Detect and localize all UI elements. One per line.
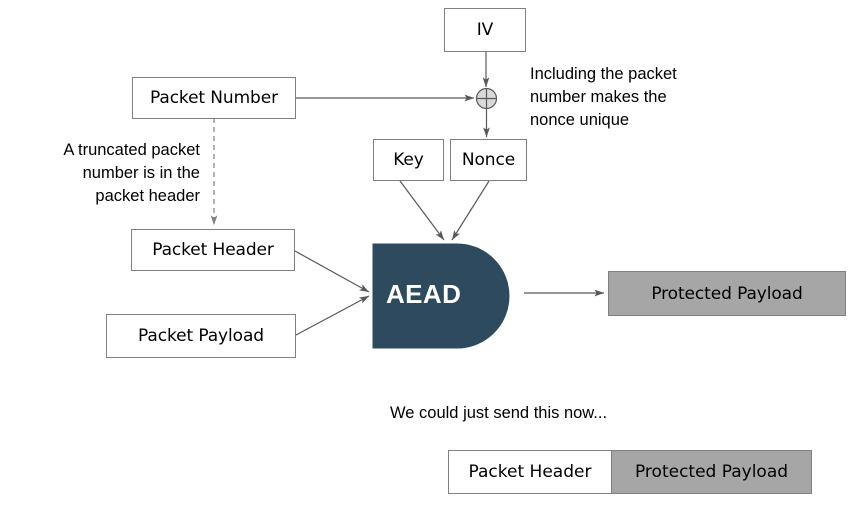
result-strip-packet-header-label: Packet Header — [468, 462, 592, 482]
connector-payload-to-aead — [295, 295, 370, 336]
node-key[interactable]: Key — [373, 139, 444, 181]
annotation-truncated-packet-number: A truncated packet number is in the pack… — [63, 141, 200, 205]
node-packet-number-label: Packet Number — [149, 88, 278, 108]
result-strip-protected-payload[interactable]: Protected Payload — [611, 450, 812, 494]
caption-send-this-now: We could just send this now... — [390, 404, 608, 422]
node-key-label: Key — [393, 150, 424, 170]
node-aead-label: AEAD — [386, 279, 462, 309]
node-nonce-label: Nonce — [461, 150, 516, 170]
node-iv[interactable]: IV — [444, 8, 526, 52]
node-nonce[interactable]: Nonce — [450, 139, 527, 181]
node-packet-payload-label: Packet Payload — [138, 326, 264, 346]
annotation-nonce-unique: Including the packet number makes the no… — [530, 65, 677, 129]
node-packet-number[interactable]: Packet Number — [132, 77, 296, 119]
connector-nonce-to-aead — [451, 180, 490, 241]
node-iv-label: IV — [476, 20, 494, 40]
result-strip-protected-payload-label: Protected Payload — [634, 462, 789, 482]
diagram-canvas: IV Packet Number Key Nonce Packet Header… — [0, 0, 854, 510]
node-protected-payload-label: Protected Payload — [651, 283, 803, 304]
node-protected-payload[interactable]: Protected Payload — [608, 271, 846, 316]
node-packet-header[interactable]: Packet Header — [131, 229, 295, 271]
node-packet-payload[interactable]: Packet Payload — [106, 314, 296, 358]
connector-header-to-aead — [294, 250, 370, 293]
result-strip-packet-header[interactable]: Packet Header — [448, 450, 612, 494]
node-packet-header-label: Packet Header — [152, 240, 274, 260]
connector-key-to-aead — [399, 180, 445, 241]
